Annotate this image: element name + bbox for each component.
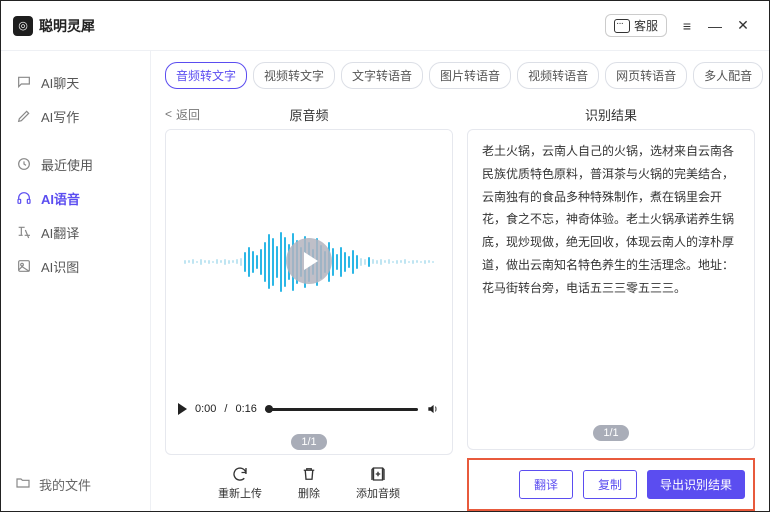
- tab-bar: 音频转文字 视频转文字 文字转语音 图片转语音 视频转语音 网页转语音 多人配音…: [151, 51, 769, 99]
- minimize-button[interactable]: —: [701, 12, 729, 40]
- delete-label: 删除: [298, 485, 320, 501]
- close-window-button[interactable]: ✕: [729, 12, 757, 40]
- translate-icon: [15, 223, 33, 241]
- sidebar-item-ai-voice[interactable]: AI语音: [7, 181, 144, 215]
- sidebar-item-label: AI翻译: [41, 223, 79, 242]
- tab-web-to-speech[interactable]: 网页转语音: [605, 62, 687, 89]
- sidebar-item-ai-translate[interactable]: AI翻译: [7, 215, 144, 249]
- app-brand: ◎ 聪明灵犀: [13, 16, 95, 36]
- tab-video-to-text[interactable]: 视频转文字: [253, 62, 335, 89]
- customer-service-button[interactable]: 客服: [605, 14, 667, 37]
- sidebar-item-ai-image[interactable]: AI识图: [7, 249, 144, 283]
- menu-button[interactable]: ≡: [673, 12, 701, 40]
- tab-multi-voice[interactable]: 多人配音: [693, 62, 763, 89]
- result-pager: 1/1: [482, 417, 740, 445]
- reupload-button[interactable]: 重新上传: [218, 465, 262, 501]
- copy-button[interactable]: 复制: [583, 470, 637, 499]
- translate-button[interactable]: 翻译: [519, 470, 573, 499]
- source-actions: 重新上传 删除 添加音频: [165, 455, 453, 511]
- app-logo-icon: ◎: [13, 16, 33, 36]
- sidebar-item-recent[interactable]: 最近使用: [7, 147, 144, 181]
- sidebar-my-files[interactable]: 我的文件: [7, 467, 144, 501]
- tab-audio-to-text[interactable]: 音频转文字: [165, 62, 247, 89]
- history-icon: [15, 155, 33, 173]
- sidebar-item-label: AI识图: [41, 257, 79, 276]
- trash-icon: [300, 465, 318, 483]
- chat-bubble-icon: [614, 19, 630, 33]
- result-pager-value: 1/1: [593, 425, 628, 441]
- time-current: 0:00: [195, 403, 216, 415]
- pencil-icon: [15, 107, 33, 125]
- image-scan-icon: [15, 257, 33, 275]
- source-pager-value: 1/1: [291, 434, 326, 450]
- source-pager: 1/1: [166, 426, 452, 454]
- tab-image-to-speech[interactable]: 图片转语音: [429, 62, 511, 89]
- sidebar-item-label: 最近使用: [41, 155, 93, 174]
- export-result-button[interactable]: 导出识别结果: [647, 470, 745, 499]
- chat-icon: [15, 73, 33, 91]
- play-overlay-button[interactable]: [286, 238, 332, 284]
- customer-service-label: 客服: [634, 17, 658, 34]
- headphones-icon: [15, 189, 33, 207]
- waveform-area: [166, 130, 452, 392]
- source-audio-title: 原音频: [165, 105, 453, 124]
- delete-button[interactable]: 删除: [298, 465, 320, 501]
- result-actions-highlight: 翻译 复制 导出识别结果: [467, 458, 755, 511]
- tab-text-to-speech[interactable]: 文字转语音: [341, 62, 423, 89]
- sidebar-item-label: AI聊天: [41, 73, 79, 92]
- source-audio-panel: < 返回 原音频 0:00 /: [165, 99, 453, 511]
- title-bar: ◎ 聪明灵犀 客服 ≡ — ✕: [1, 1, 769, 51]
- add-icon: [369, 465, 387, 483]
- back-label: 返回: [176, 106, 200, 123]
- add-audio-label: 添加音频: [356, 485, 400, 501]
- sidebar-item-label: AI语音: [41, 189, 80, 208]
- time-total: 0:16: [235, 403, 256, 415]
- recognition-text: 老土火锅，云南人自己的火锅，选材来自云南各民族优质特色原料，普洱茶与火锅的完美结…: [482, 140, 740, 417]
- seek-slider[interactable]: [265, 408, 418, 411]
- tab-video-to-speech[interactable]: 视频转语音: [517, 62, 599, 89]
- sidebar-my-files-label: 我的文件: [39, 475, 91, 494]
- refresh-icon: [231, 465, 249, 483]
- audio-player: 0:00 / 0:16: [166, 392, 452, 426]
- play-button[interactable]: [178, 403, 187, 415]
- sidebar-item-label: AI写作: [41, 107, 79, 126]
- recognition-panel: 识别结果 老土火锅，云南人自己的火锅，选材来自云南各民族优质特色原料，普洱茶与火…: [467, 99, 755, 511]
- sidebar-item-ai-chat[interactable]: AI聊天: [7, 65, 144, 99]
- app-title: 聪明灵犀: [39, 16, 95, 36]
- back-button[interactable]: < 返回: [165, 106, 200, 123]
- recognition-title: 识别结果: [467, 105, 755, 124]
- sidebar: AI聊天 AI写作 最近使用 AI语音 AI翻译 AI识图: [1, 51, 151, 511]
- add-audio-button[interactable]: 添加音频: [356, 465, 400, 501]
- chevron-left-icon: <: [165, 107, 172, 121]
- volume-icon[interactable]: [426, 402, 440, 416]
- folder-icon: [15, 475, 31, 494]
- reupload-label: 重新上传: [218, 485, 262, 501]
- sidebar-item-ai-write[interactable]: AI写作: [7, 99, 144, 133]
